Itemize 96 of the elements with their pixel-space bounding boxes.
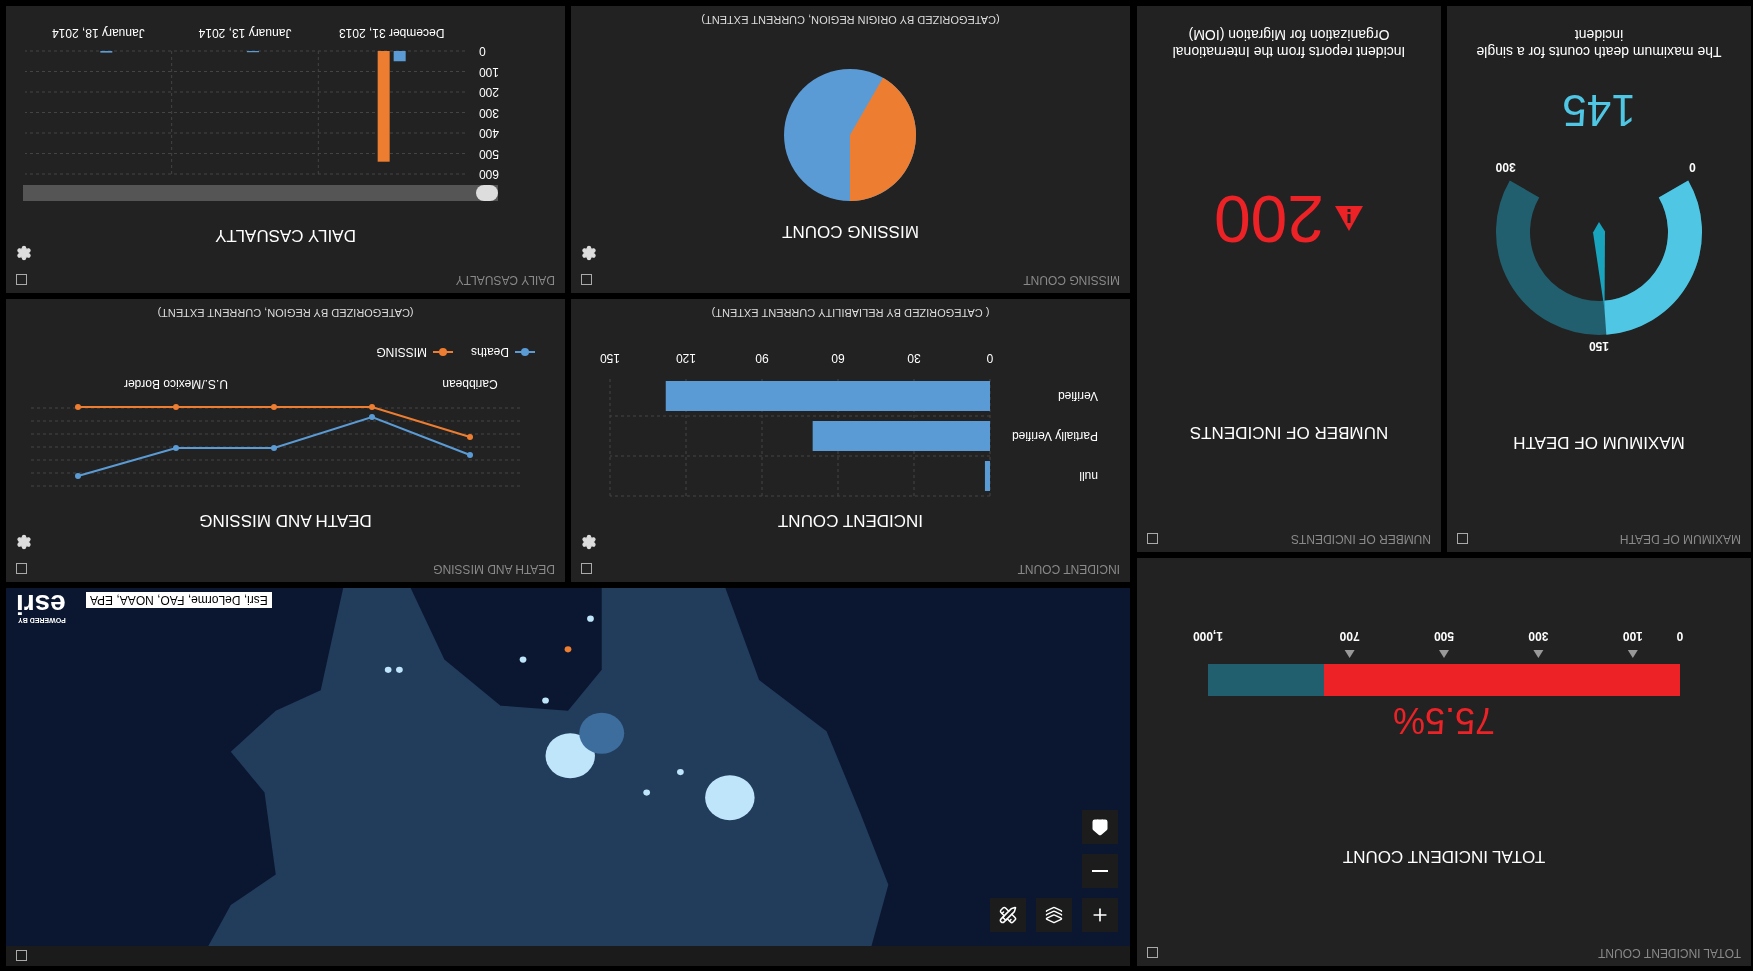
axis-tick-label: 150 xyxy=(600,351,621,365)
percent-value: 75.5% xyxy=(1392,702,1496,738)
panel-subtitle: (CATEGORIZED BY REGION, CURRENT EXTENT) xyxy=(157,307,414,319)
scroll-handle[interactable] xyxy=(476,185,498,201)
panel-header-title: NUMBER OF INCIDENTS xyxy=(1291,532,1431,546)
square-icon[interactable] xyxy=(1147,947,1158,959)
axis-tick-label: 0 xyxy=(987,351,994,365)
date-label: January 13, 2014 xyxy=(199,26,292,40)
panel-header-title: INCIDENT COUNT xyxy=(1017,562,1120,576)
axis-tick-label: 90 xyxy=(755,351,770,365)
axis-tick-label: 0 xyxy=(479,44,487,58)
minus-icon xyxy=(1092,870,1108,872)
legend-label: MISSING xyxy=(376,345,427,359)
chart-bar xyxy=(985,461,991,491)
panel-description: Incident reports from the International Organization for Migration (IOM) xyxy=(1171,26,1407,60)
square-icon[interactable] xyxy=(16,274,27,286)
square-icon[interactable] xyxy=(1457,533,1468,545)
data-point xyxy=(75,473,82,479)
tick-label: 0 xyxy=(1676,629,1684,643)
tick-label: 500 xyxy=(1434,629,1454,643)
map-attribution: Esri, DeLorme, FAO, NOAA, EPA xyxy=(86,592,272,608)
gauge-label: 0 xyxy=(1689,159,1696,174)
tick-label: 700 xyxy=(1339,629,1360,643)
gauge-label: 300 xyxy=(1495,159,1516,174)
date-label: December 31, 2013 xyxy=(339,26,445,40)
axis-tick-label: 300 xyxy=(479,105,500,120)
settings-icon[interactable] xyxy=(581,245,597,261)
panel-description: The maximum death counts for a single incident xyxy=(1475,26,1723,60)
tick-label: 1,000 xyxy=(1193,629,1223,643)
category-label: null xyxy=(1079,469,1099,483)
panel-header-title: MAXIMUM OF DEATH xyxy=(1619,532,1741,546)
panel-subtitle: ( CATEGORIZED BY RELIABILITY CURRENT EXTENT) xyxy=(711,307,990,319)
gauge-label: 150 xyxy=(1589,339,1609,353)
tick-marker xyxy=(1533,650,1544,658)
square-icon[interactable] xyxy=(16,563,27,575)
data-point xyxy=(467,434,474,440)
panel-title: TOTAL INCIDENT COUNT xyxy=(1342,846,1546,866)
category-label: Verified xyxy=(1058,389,1099,403)
tick-label: 300 xyxy=(1528,629,1549,643)
square-icon[interactable] xyxy=(1147,533,1158,545)
panel-subtitle: (CATEGORIZED BY ORIGIN REGION, CURRENT EXTENT) xyxy=(701,14,1000,26)
panel-header-title: DEATH AND MISSING xyxy=(433,562,555,576)
axis-tick-label: 120 xyxy=(676,351,697,365)
data-point xyxy=(173,445,180,451)
category-label: Partially Verified xyxy=(1012,429,1099,443)
axis-tick-label: 30 xyxy=(907,351,922,365)
axis-tick-label: 200 xyxy=(479,85,500,99)
data-point xyxy=(467,452,474,458)
panel-title: MAXIMUM OF DEATH xyxy=(1513,432,1685,452)
data-point xyxy=(271,404,278,410)
square-icon[interactable] xyxy=(581,563,592,575)
axis-tick-label: 500 xyxy=(479,146,500,161)
axis-tick-label: 400 xyxy=(479,126,500,140)
settings-icon[interactable] xyxy=(581,534,597,550)
panel-title: DAILY CASUALTY xyxy=(215,225,356,245)
logo: esri xyxy=(16,592,66,618)
measure-button[interactable] xyxy=(990,898,1026,932)
gauge-value: 145 xyxy=(1562,88,1636,132)
panel-title: INCIDENT COUNT xyxy=(777,510,924,530)
panel-header-title: MISSING COUNT xyxy=(1023,273,1120,287)
zoom-in-button[interactable] xyxy=(1082,898,1118,932)
square-icon[interactable] xyxy=(581,274,592,286)
data-point xyxy=(75,404,82,410)
settings-icon[interactable] xyxy=(16,534,32,550)
tick-marker xyxy=(1439,650,1449,658)
tick-marker xyxy=(1344,650,1355,658)
square-icon[interactable] xyxy=(16,950,27,962)
panel-title: NUMBER OF INCIDENTS xyxy=(1189,422,1389,442)
date-label: January 18, 2014 xyxy=(52,26,146,40)
home-icon xyxy=(1091,818,1109,836)
category-label: Caribbean xyxy=(442,377,499,391)
home-button[interactable] xyxy=(1082,810,1118,844)
panel-title: DEATH AND MISSING xyxy=(199,510,372,530)
legend-label: Deaths xyxy=(470,345,509,359)
axis-tick-label: 600 xyxy=(479,167,500,179)
tick-marker xyxy=(1627,650,1638,658)
incident-total: 200 xyxy=(1213,186,1325,252)
category-label: U.S./Mexico Border xyxy=(124,377,229,391)
panel-header-title: TOTAL INCIDENT COUNT xyxy=(1598,946,1741,960)
layers-button[interactable] xyxy=(1036,898,1072,932)
axis-tick-label: 100 xyxy=(479,64,500,79)
warning-icon xyxy=(1334,205,1365,233)
range-scrollbar[interactable] xyxy=(23,185,498,201)
panel-title: MISSING COUNT xyxy=(782,221,919,241)
axis-tick-label: 60 xyxy=(831,351,846,365)
data-point xyxy=(369,404,376,410)
data-point xyxy=(271,445,278,451)
chart-bar xyxy=(394,51,407,62)
zoom-out-button[interactable] xyxy=(1082,854,1118,888)
pencil-ruler-icon xyxy=(999,906,1017,924)
data-point xyxy=(173,404,180,410)
panel-header-title: DAILY CASUALTY xyxy=(455,273,555,287)
tick-label: 100 xyxy=(1622,629,1643,643)
settings-icon[interactable] xyxy=(16,245,32,261)
layers-icon xyxy=(1045,906,1063,924)
data-point xyxy=(369,414,376,420)
